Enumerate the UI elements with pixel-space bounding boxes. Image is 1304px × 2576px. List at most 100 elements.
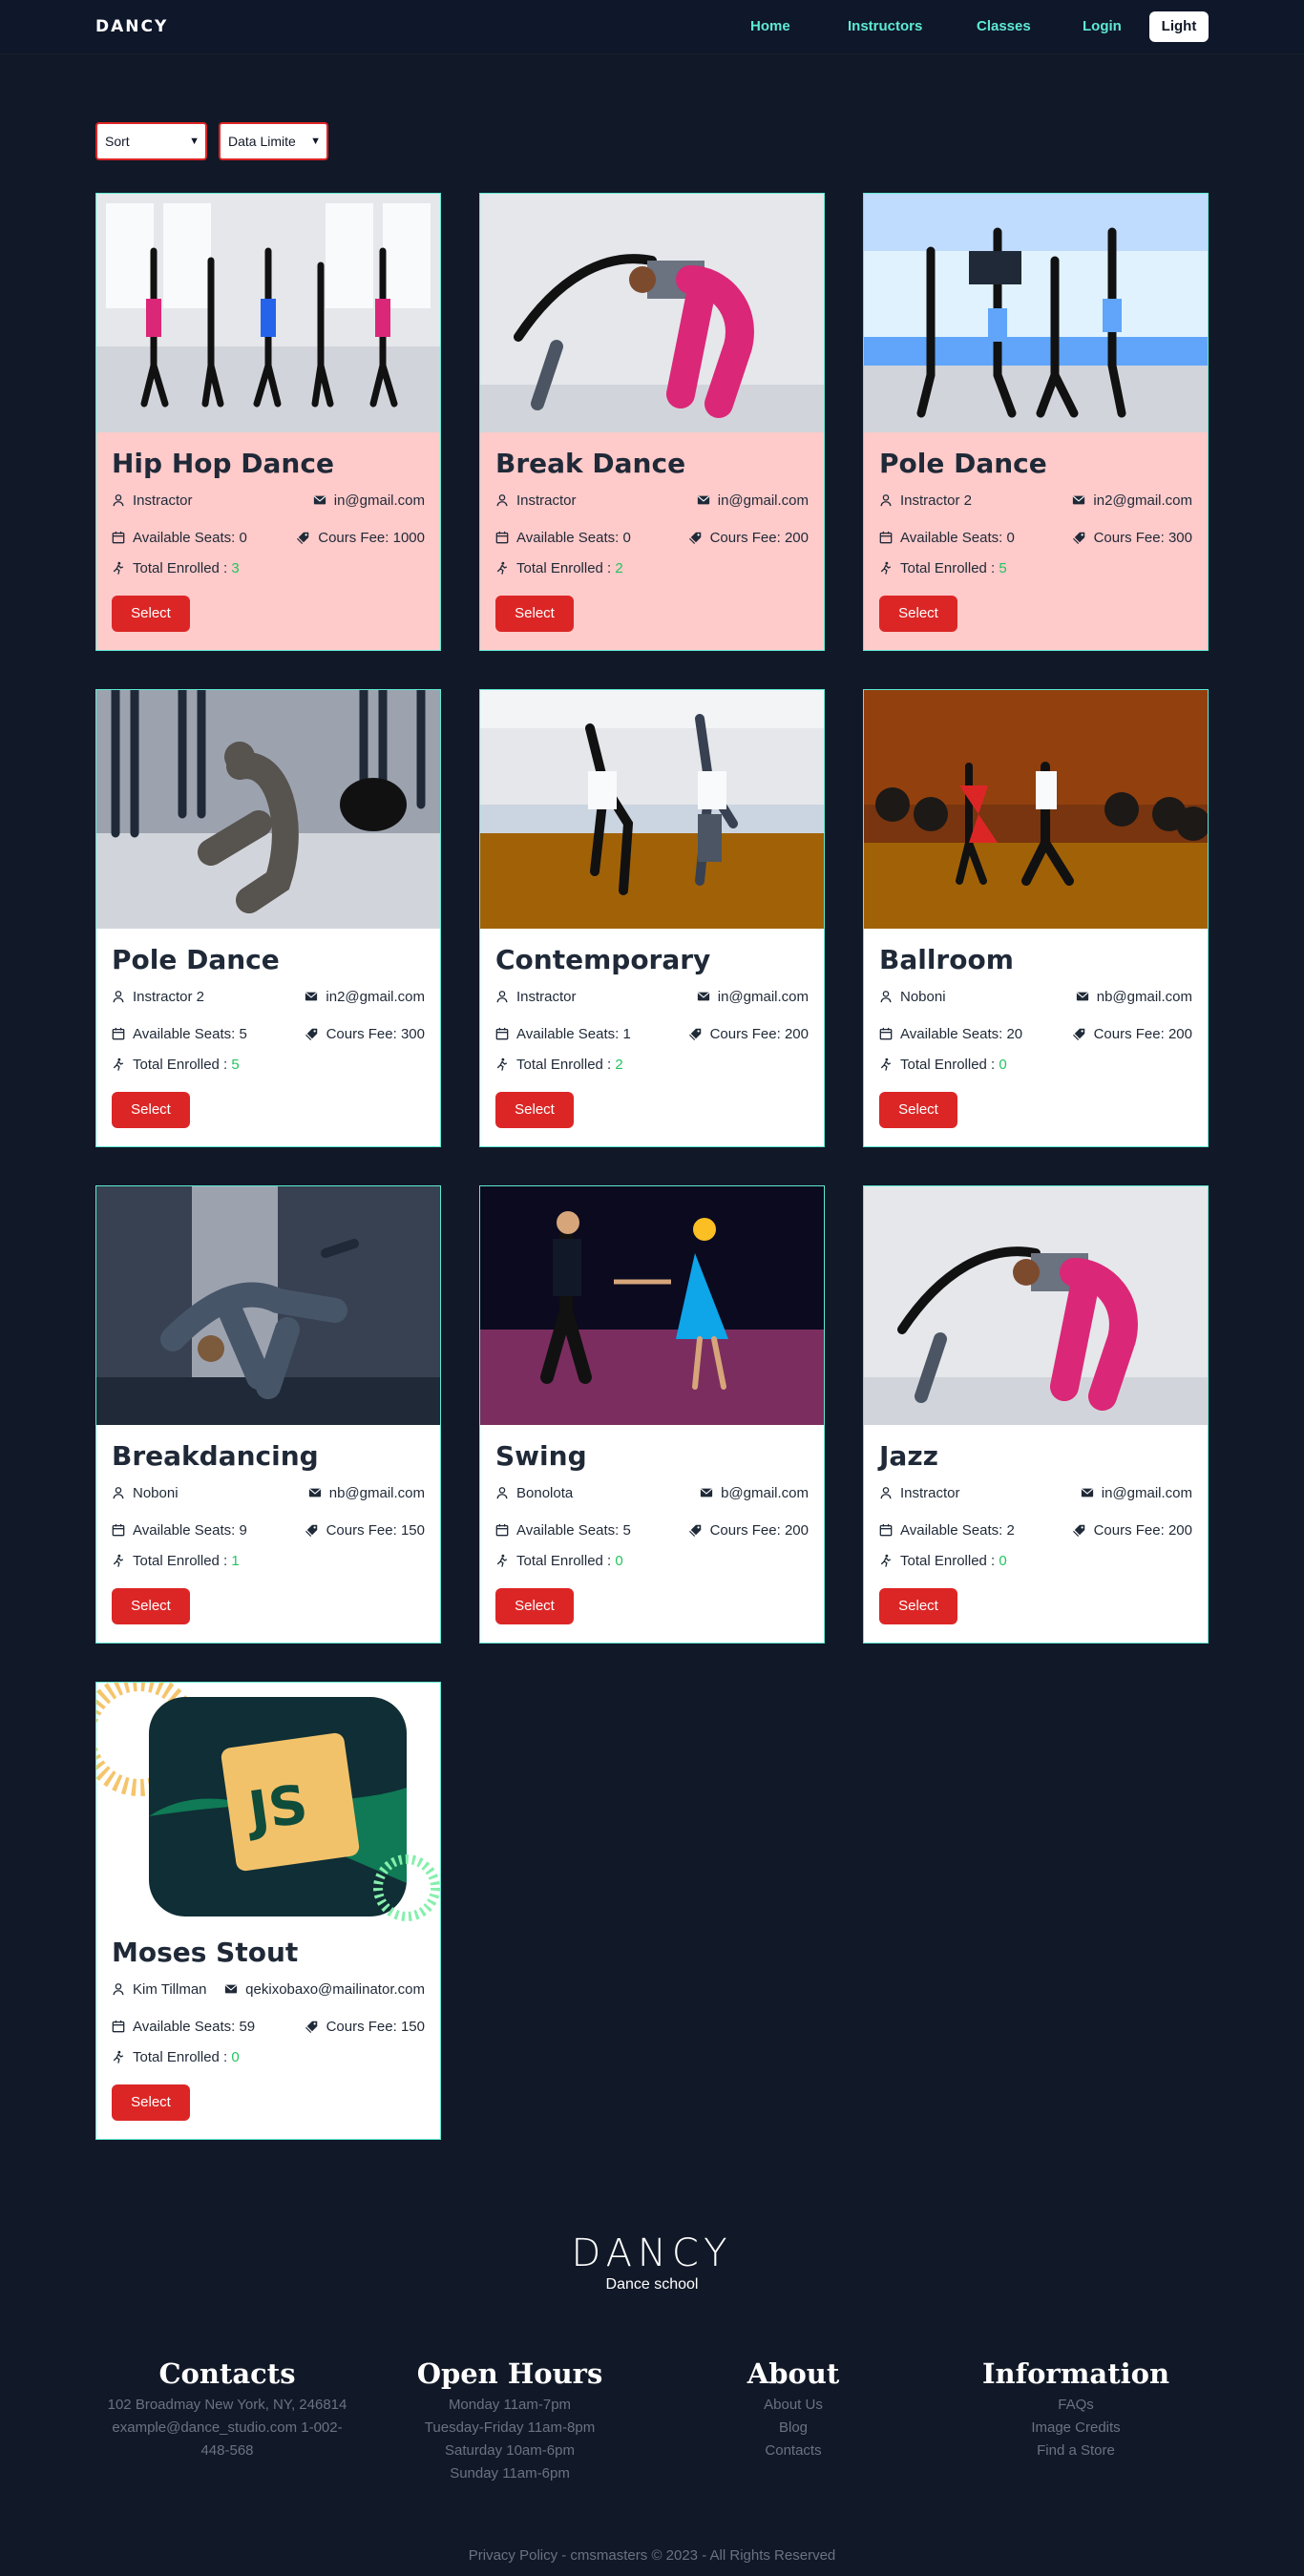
mail-icon <box>700 1486 713 1499</box>
mail-icon <box>1072 493 1085 507</box>
nav-link-home[interactable]: Home <box>750 18 790 34</box>
available-seats: Available Seats: 59 <box>112 2019 255 2035</box>
data-limit-select[interactable]: Data Limite ▼ <box>219 122 328 160</box>
fee-value: 200 <box>1167 1026 1192 1042</box>
nav-link-classes[interactable]: Classes <box>977 18 1031 34</box>
tag-icon <box>1072 1027 1086 1040</box>
seats-value: 1 <box>622 1026 631 1042</box>
enrolled-label: Total Enrolled : <box>133 2049 228 2065</box>
enrolled-value: 3 <box>231 560 240 576</box>
total-enrolled: Total Enrolled : 0 <box>879 1057 1007 1073</box>
select-class-button[interactable]: Select <box>112 1588 190 1624</box>
select-class-button[interactable]: Select <box>879 1588 957 1624</box>
nav-link-login[interactable]: Login <box>1083 18 1122 34</box>
logo[interactable]: DANCY <box>95 17 168 36</box>
instructor-name: Instractor 2 <box>133 989 205 1005</box>
enrolled-label: Total Enrolled : <box>133 1553 228 1569</box>
user-icon <box>879 493 893 507</box>
footer-hours-line: Tuesday-Friday 11am-8pm <box>424 2419 596 2436</box>
seats-label: Available Seats: <box>133 2019 236 2035</box>
select-class-button[interactable]: Select <box>879 596 957 632</box>
tag-icon <box>297 531 310 544</box>
fee-label: Cours Fee: <box>318 530 389 546</box>
walking-icon <box>112 561 125 575</box>
fee-value: 150 <box>400 2019 425 2035</box>
select-class-button[interactable]: Select <box>112 2084 190 2121</box>
pole-dance-group-photo <box>864 194 1208 432</box>
instructor-email: in@gmail.com <box>717 989 809 1005</box>
class-card: Break Dance Instractor in@gmail.com Availab… <box>479 193 825 651</box>
select-class-button[interactable]: Select <box>495 1092 574 1128</box>
user-icon <box>879 990 893 1003</box>
class-email: qekixobaxo@mailinator.com <box>224 1981 425 1998</box>
seats-value: 0 <box>622 530 631 546</box>
instructor-email: nb@gmail.com <box>1096 989 1192 1005</box>
mail-icon <box>224 1982 238 1996</box>
theme-toggle-button[interactable]: Light <box>1149 11 1209 42</box>
enrolled-value: 0 <box>231 2049 240 2065</box>
calendar-icon <box>495 531 509 544</box>
footer-link-contacts[interactable]: Contacts <box>650 2440 936 2462</box>
class-instructor: Instractor 2 <box>112 989 204 1005</box>
class-instructor: Instractor <box>879 1485 960 1501</box>
class-title: Ballroom <box>879 944 1014 975</box>
tag-icon <box>1072 531 1086 544</box>
nav-link-instructors[interactable]: Instructors <box>848 18 922 34</box>
class-instructor: Noboni <box>879 989 946 1005</box>
enrolled-value: 5 <box>999 560 1007 576</box>
fee-label: Cours Fee: <box>326 1026 397 1042</box>
fee-label: Cours Fee: <box>709 1026 781 1042</box>
sort-select[interactable]: Sort ▼ <box>95 122 207 160</box>
select-class-button[interactable]: Select <box>879 1092 957 1128</box>
fee-value: 200 <box>784 530 809 546</box>
total-enrolled: Total Enrolled : 0 <box>112 2049 240 2065</box>
class-card: Swing Bonolota b@gmail.com Available Seats:… <box>479 1185 825 1644</box>
class-card: Jazz Instractor in@gmail.com Available Seat… <box>863 1185 1209 1644</box>
course-fee: Cours Fee: 300 <box>1072 530 1192 546</box>
tag-icon <box>305 1027 319 1040</box>
mail-icon <box>308 1486 322 1499</box>
total-enrolled: Total Enrolled : 5 <box>879 560 1007 576</box>
footer-about: About About Us Blog Contacts <box>650 2357 936 2462</box>
class-instructor: Bonolota <box>495 1485 573 1501</box>
footer-link-blog[interactable]: Blog <box>650 2417 936 2440</box>
footer-link-image-credits[interactable]: Image Credits <box>933 2417 1219 2440</box>
select-class-button[interactable]: Select <box>495 1588 574 1624</box>
seats-value: 5 <box>622 1522 631 1539</box>
instructor-name: Instractor <box>900 1485 960 1501</box>
instructor-email: in2@gmail.com <box>1093 492 1192 509</box>
mail-icon <box>697 990 710 1003</box>
select-class-button[interactable]: Select <box>112 1092 190 1128</box>
available-seats: Available Seats: 1 <box>495 1026 631 1042</box>
fee-label: Cours Fee: <box>709 1522 781 1539</box>
select-class-button[interactable]: Select <box>495 596 574 632</box>
top-navbar: DANCY Home Instructors Classes Login Lig… <box>0 0 1304 53</box>
class-instructor: Instractor 2 <box>879 492 972 509</box>
class-email: in2@gmail.com <box>1072 492 1192 509</box>
mail-icon <box>305 990 318 1003</box>
enrolled-label: Total Enrolled : <box>900 560 996 576</box>
class-email: b@gmail.com <box>700 1485 809 1501</box>
user-icon <box>879 1486 893 1499</box>
course-fee: Cours Fee: 200 <box>688 1522 809 1539</box>
select-class-button[interactable]: Select <box>112 596 190 632</box>
class-email: nb@gmail.com <box>308 1485 425 1501</box>
footer-link-find-store[interactable]: Find a Store <box>933 2440 1219 2462</box>
course-fee: Cours Fee: 300 <box>305 1026 425 1042</box>
footer-link-about-us[interactable]: About Us <box>650 2394 936 2417</box>
jazz-photo <box>864 1186 1208 1425</box>
enrolled-value: 0 <box>999 1057 1007 1073</box>
hip-hop-photo <box>96 194 440 432</box>
seats-label: Available Seats: <box>133 1026 236 1042</box>
break-dance-photo <box>480 194 824 432</box>
footer-link-faqs[interactable]: FAQs <box>933 2394 1219 2417</box>
footer-contacts-address: 102 Broadmay New York, NY, 246814 <box>107 2397 347 2413</box>
seats-label: Available Seats: <box>516 530 620 546</box>
user-icon <box>495 493 509 507</box>
seats-label: Available Seats: <box>516 1522 620 1539</box>
course-fee: Cours Fee: 200 <box>688 1026 809 1042</box>
available-seats: Available Seats: 5 <box>495 1522 631 1539</box>
tag-icon <box>688 531 703 544</box>
total-enrolled: Total Enrolled : 5 <box>112 1057 240 1073</box>
course-fee: Cours Fee: 150 <box>305 2019 425 2035</box>
